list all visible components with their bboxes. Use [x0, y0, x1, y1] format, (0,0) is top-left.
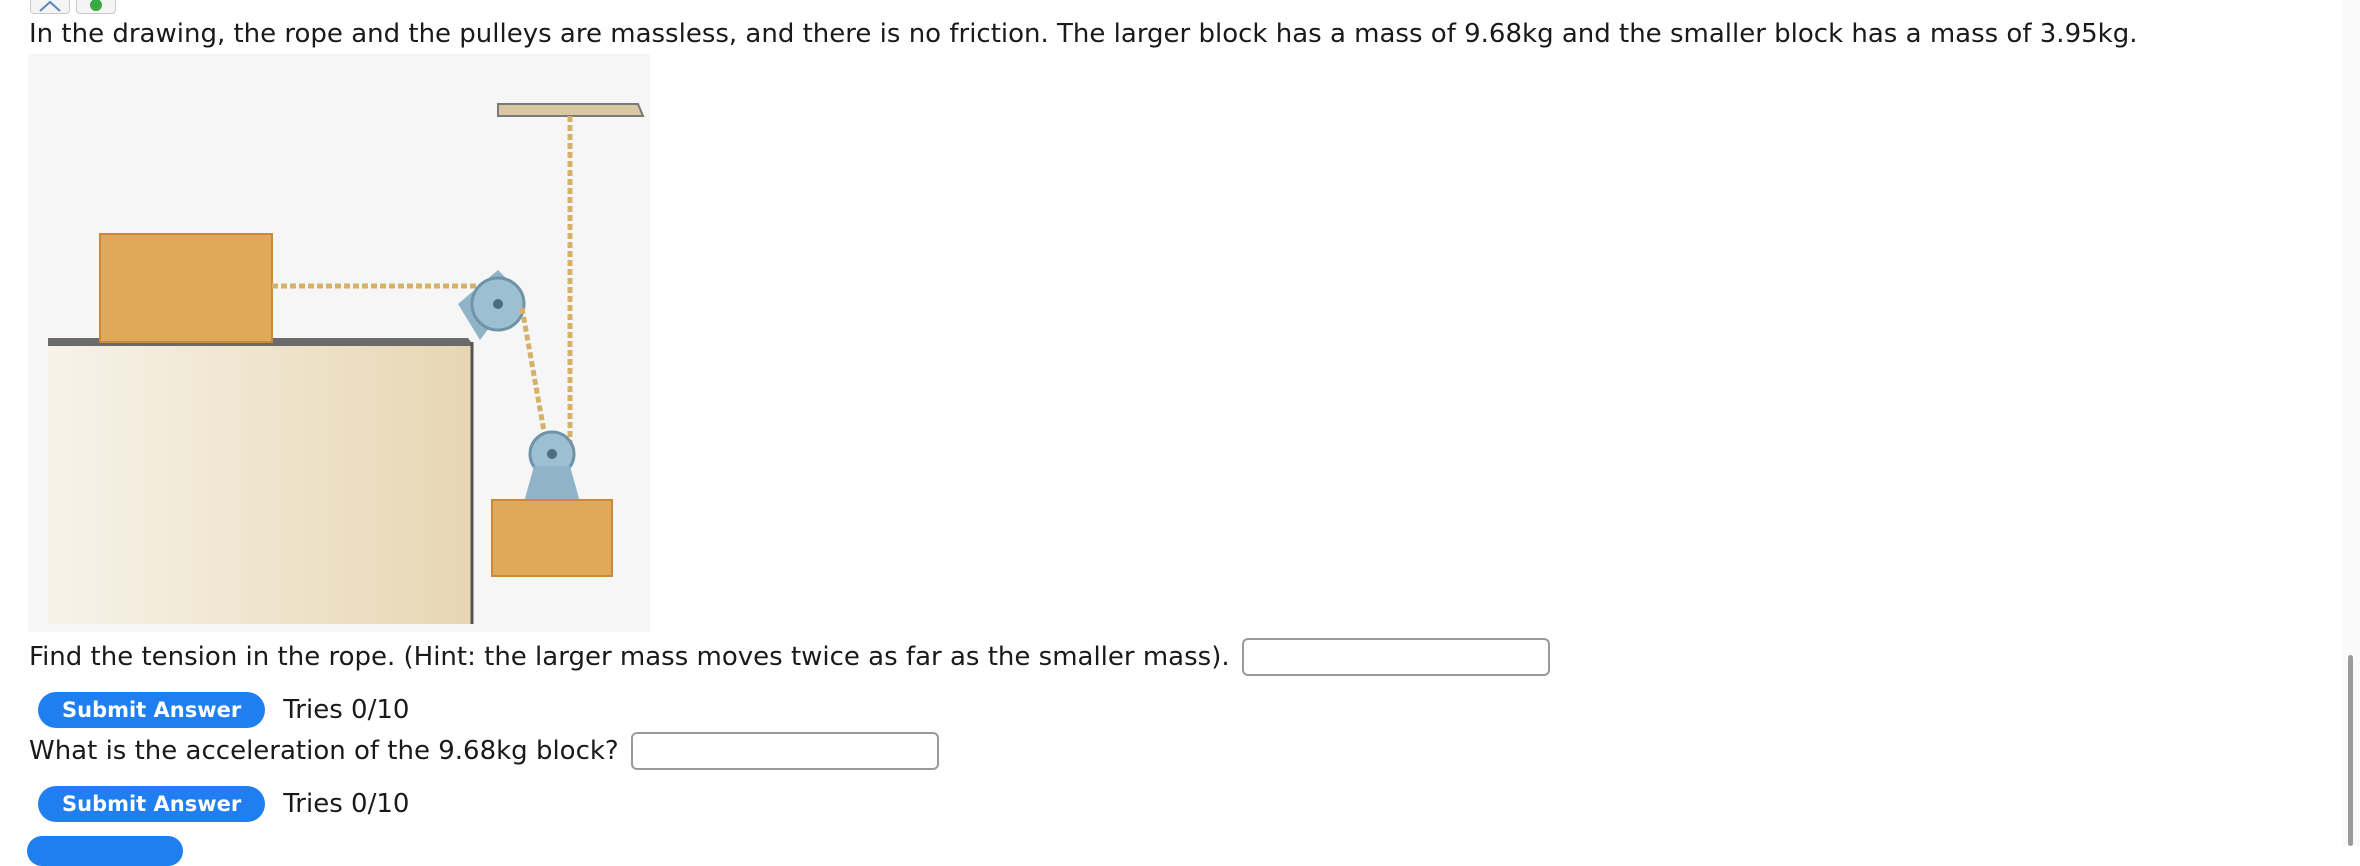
small-block — [491, 499, 613, 577]
toolbar-icons — [30, 0, 116, 14]
tension-answer-input[interactable] — [1241, 638, 1550, 676]
question-tension-text: Find the tension in the rope. (Hint: the… — [29, 642, 1230, 672]
question-acceleration-text: What is the acceleration of the 9.68kg b… — [29, 736, 619, 766]
hint-icon[interactable] — [76, 0, 116, 14]
acceleration-answer-input[interactable] — [630, 732, 939, 770]
movable-pulley-axle — [547, 449, 557, 459]
vertical-scrollbar[interactable] — [2342, 0, 2360, 846]
feedback-icon[interactable] — [30, 0, 70, 14]
submit-answer-button[interactable]: Submit Answer — [38, 692, 266, 728]
scrollbar-thumb[interactable] — [2348, 655, 2353, 846]
submit-row-acceleration: Submit Answer Tries 0/10 — [38, 786, 409, 822]
tries-counter: Tries 0/10 — [283, 695, 410, 725]
question-tension: Find the tension in the rope. (Hint: the… — [29, 638, 1550, 676]
submit-row-tension: Submit Answer Tries 0/10 — [38, 692, 409, 728]
ceiling-mount — [497, 103, 645, 117]
submit-answer-button[interactable]: Submit Answer — [38, 786, 266, 822]
pulley-system-figure — [28, 54, 650, 632]
problem-statement: In the drawing, the rope and the pulleys… — [29, 19, 2138, 49]
question-acceleration: What is the acceleration of the 9.68kg b… — [29, 732, 939, 770]
large-block — [99, 233, 273, 343]
tries-counter: Tries 0/10 — [283, 789, 410, 819]
partially-visible-button[interactable] — [27, 836, 183, 866]
table-body — [48, 344, 472, 624]
fixed-pulley-axle — [493, 299, 503, 309]
